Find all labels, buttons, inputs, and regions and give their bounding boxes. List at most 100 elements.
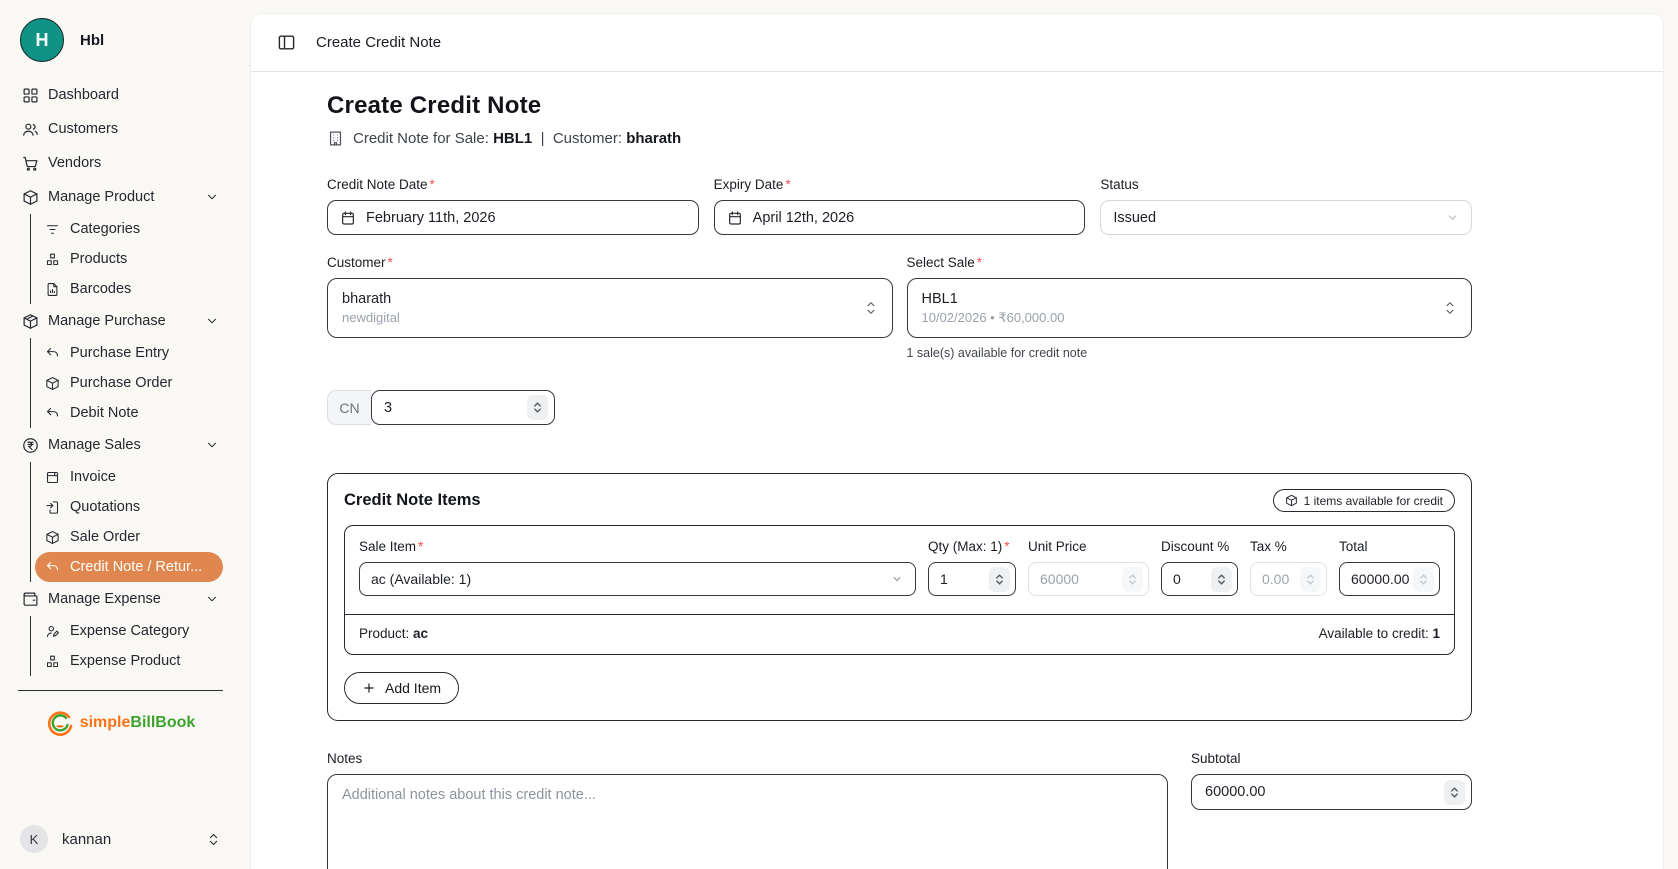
sidebar-divider xyxy=(18,690,223,691)
barcode-file-icon xyxy=(45,282,60,297)
sidebar-item-purchase-entry[interactable]: Purchase Entry xyxy=(35,338,223,368)
sidebar-item-barcodes[interactable]: Barcodes xyxy=(35,274,223,304)
org-name: Hbl xyxy=(80,32,104,49)
sidebar-group-manage-product[interactable]: Manage Product xyxy=(18,180,223,214)
unit-price-input: 60000 xyxy=(1028,562,1149,596)
grid-icon xyxy=(22,87,39,104)
user-avatar: K xyxy=(20,825,48,853)
credit-note-date-label: Credit Note Date* xyxy=(327,177,699,192)
sidebar-group-label: Manage Product xyxy=(48,189,154,205)
subtotal-input[interactable]: 60000.00 xyxy=(1191,774,1472,810)
page-title: Create Credit Note xyxy=(327,92,1472,120)
qty-stepper[interactable] xyxy=(989,567,1010,592)
calendar-icon xyxy=(727,210,743,226)
notes-textarea[interactable] xyxy=(327,774,1168,869)
chevron-down-icon xyxy=(891,573,903,585)
sale-item-select[interactable]: ac (Available: 1) xyxy=(359,562,916,596)
chevron-down-icon xyxy=(205,592,219,606)
sidebar-item-label: Debit Note xyxy=(70,405,139,421)
building-icon xyxy=(327,130,344,147)
calendar-icon xyxy=(340,210,356,226)
sidebar-group-manage-purchase[interactable]: Manage Purchase xyxy=(18,304,223,338)
discount-input[interactable]: 0 xyxy=(1161,562,1238,596)
sidebar-item-quotations[interactable]: Quotations xyxy=(35,492,223,522)
number-stepper[interactable] xyxy=(527,395,548,420)
rupee-circle-icon xyxy=(22,437,39,454)
sidebar-item-invoice[interactable]: Invoice xyxy=(35,462,223,492)
add-item-button[interactable]: Add Item xyxy=(344,672,459,704)
main-panel: Create Credit Note Create Credit Note Cr… xyxy=(250,13,1664,869)
select-sale-field: Select Sale* HBL1 10/02/2026 • ₹60,000.0… xyxy=(907,255,1473,360)
manage-purchase-children: Purchase Entry Purchase Order Debit Note xyxy=(30,338,223,428)
sidebar-item-label: Dashboard xyxy=(48,87,119,103)
sale-ref: HBL1 xyxy=(493,130,532,147)
boxes-icon xyxy=(45,252,60,267)
sidebar-group-label: Manage Purchase xyxy=(48,313,166,329)
sidebar-item-expense-product[interactable]: Expense Product xyxy=(35,646,223,676)
sidebar-group-manage-sales[interactable]: Manage Sales xyxy=(18,428,223,462)
chevron-up-down-icon xyxy=(1443,299,1457,317)
col-unit-price-header: Unit Price xyxy=(1028,539,1149,554)
subtitle-prefix: Credit Note for Sale: xyxy=(353,130,489,147)
sidebar-item-label: Products xyxy=(70,251,127,267)
expiry-date-input[interactable]: April 12th, 2026 xyxy=(714,200,1086,235)
sidebar-item-vendors[interactable]: Vendors xyxy=(18,146,223,180)
tax-input: 0.00 xyxy=(1250,562,1327,596)
total-stepper[interactable] xyxy=(1413,567,1434,592)
package-check-icon xyxy=(22,313,39,330)
wallet-icon xyxy=(22,591,39,608)
sidebar-item-customers[interactable]: Customers xyxy=(18,112,223,146)
sidebar-item-dashboard[interactable]: Dashboard xyxy=(18,78,223,112)
customer-select[interactable]: bharath newdigital xyxy=(327,278,893,338)
chevron-down-icon xyxy=(1446,211,1459,224)
sidebar-group-manage-expense[interactable]: Manage Expense xyxy=(18,582,223,616)
sidebar-item-label: Purchase Order xyxy=(70,375,172,391)
status-label: Status xyxy=(1100,177,1472,192)
sidebar-item-label: Expense Category xyxy=(70,623,189,639)
page-subtitle: Credit Note for Sale: HBL1 | Customer: b… xyxy=(327,130,1472,147)
manage-product-children: Categories Products Barcodes xyxy=(30,214,223,304)
package-icon xyxy=(45,530,60,545)
sidebar-item-debit-note[interactable]: Debit Note xyxy=(35,398,223,428)
sidebar-item-purchase-order[interactable]: Purchase Order xyxy=(35,368,223,398)
users-icon xyxy=(22,121,39,138)
sidebar-item-sale-order[interactable]: Sale Order xyxy=(35,522,223,552)
expiry-date-label: Expiry Date* xyxy=(714,177,1086,192)
return-arrow-icon xyxy=(45,560,60,575)
customer-subtext: newdigital xyxy=(342,310,864,325)
user-menu[interactable]: K kannan xyxy=(20,825,221,853)
unit-price-stepper xyxy=(1122,567,1143,592)
item-row: Sale Item* ac (Available: 1) Qty (Max: 1… xyxy=(344,525,1455,655)
available-to-credit: Available to credit: 1 xyxy=(1319,626,1440,641)
credit-note-date-field: Credit Note Date* February 11th, 2026 xyxy=(327,177,699,235)
package-icon xyxy=(22,189,39,206)
sidebar-item-credit-note[interactable]: Credit Note / Retur... xyxy=(35,552,223,582)
select-sale-label: Select Sale* xyxy=(907,255,1473,270)
sidebar-toggle-icon[interactable] xyxy=(277,33,296,52)
org-header[interactable]: H Hbl xyxy=(20,18,223,62)
sale-select[interactable]: HBL1 10/02/2026 • ₹60,000.00 xyxy=(907,278,1473,338)
subtotal-label: Subtotal xyxy=(1191,751,1472,766)
plus-icon xyxy=(362,681,376,695)
status-select[interactable]: Issued xyxy=(1100,200,1472,235)
manage-expense-children: Expense Category Expense Product xyxy=(30,616,223,676)
sidebar-item-expense-category[interactable]: Expense Category xyxy=(35,616,223,646)
sidebar-group-label: Manage Sales xyxy=(48,437,141,453)
chevron-down-icon xyxy=(205,190,219,204)
total-input[interactable]: 60000.00 xyxy=(1339,562,1440,596)
credit-note-date-input[interactable]: February 11th, 2026 xyxy=(327,200,699,235)
subtitle-separator: | xyxy=(541,130,545,147)
sidebar-item-label: Customers xyxy=(48,121,118,137)
sales-available-caption: 1 sale(s) available for credit note xyxy=(907,346,1473,360)
sidebar-item-categories[interactable]: Categories xyxy=(35,214,223,244)
sidebar-item-products[interactable]: Products xyxy=(35,244,223,274)
discount-stepper[interactable] xyxy=(1211,567,1232,592)
expiry-date-field: Expiry Date* April 12th, 2026 xyxy=(714,177,1086,235)
customer-field: Customer* bharath newdigital xyxy=(327,255,893,360)
subtotal-stepper[interactable] xyxy=(1444,780,1465,805)
qty-input[interactable]: 1 xyxy=(928,562,1016,596)
boxes-icon xyxy=(45,654,60,669)
brand-name: simpleBillBook xyxy=(80,714,196,732)
package-icon xyxy=(1285,494,1298,507)
cn-number-input[interactable]: 3 xyxy=(371,390,555,425)
